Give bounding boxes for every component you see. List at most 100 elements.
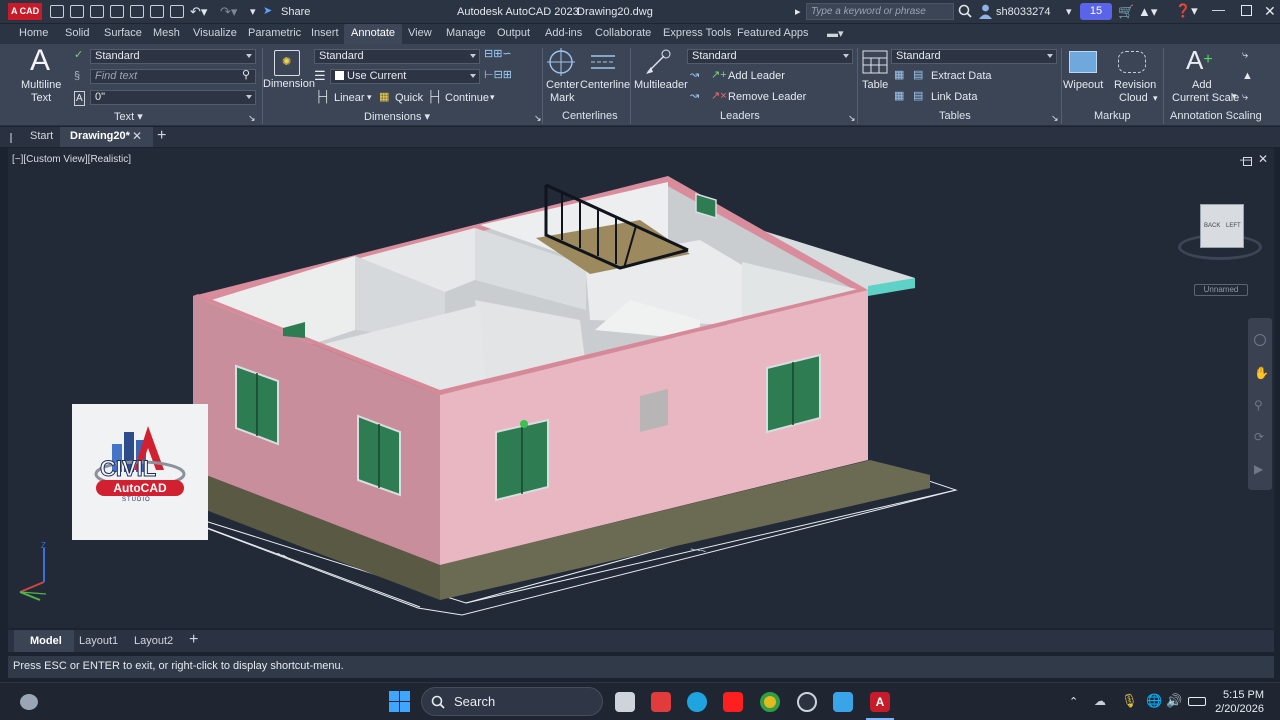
search-expand-icon[interactable]: ▸	[795, 5, 801, 18]
center-mark-icon[interactable]	[547, 48, 575, 76]
dim-layer-dropdown[interactable]: Use Current	[330, 69, 480, 84]
center-mark-label[interactable]: Center	[546, 79, 579, 92]
viewcube-back-face[interactable]: BACK	[1204, 223, 1220, 229]
check-spelling-icon[interactable]: ✓	[74, 49, 83, 62]
extract-data-icon[interactable]: ▤	[913, 69, 923, 82]
user-menu-icon[interactable]: ▾	[1066, 5, 1072, 18]
tab-visualize[interactable]: Visualize	[193, 27, 237, 39]
text-height-dropdown[interactable]: 0"	[90, 90, 256, 105]
pan-icon[interactable]: ✋	[1254, 366, 1269, 380]
dimensions-panel-title[interactable]: Dimensions ▾	[364, 110, 430, 123]
table-icon[interactable]	[862, 50, 888, 74]
taskbar-search[interactable]: Search	[421, 687, 603, 716]
table-style-dropdown[interactable]: Standard	[891, 49, 1057, 64]
steering-wheel-icon[interactable]	[1254, 334, 1266, 346]
quick-dim-button[interactable]: Quick	[395, 92, 423, 105]
undo-icon[interactable]: ↶▾	[190, 4, 207, 20]
close-icon[interactable]: ✕	[1264, 3, 1276, 20]
search-input[interactable]: Type a keyword or phrase	[806, 3, 954, 20]
leader-style-dropdown[interactable]: Standard	[687, 49, 853, 64]
tab-express-tools[interactable]: Express Tools	[663, 27, 731, 39]
plot-icon[interactable]	[170, 5, 184, 18]
align-leader-icon[interactable]: ↝	[690, 69, 699, 82]
scale-add-icon[interactable]: ⤷	[1242, 49, 1248, 62]
continue-dim-button[interactable]: Continue	[445, 92, 489, 105]
notification-badge[interactable]: 15	[1080, 3, 1112, 20]
tab-home[interactable]: Home	[19, 27, 48, 39]
tab-insert[interactable]: Insert	[311, 27, 339, 39]
share-button[interactable]: Share	[281, 6, 310, 18]
dim-style-dropdown[interactable]: Standard	[314, 49, 480, 64]
maximize-icon[interactable]	[1241, 5, 1252, 16]
autocad-logo[interactable]: A CAD	[8, 3, 42, 20]
extract-data-button[interactable]: Extract Data	[931, 70, 992, 83]
navigation-bar[interactable]: ✋ ⚲ ⟳ ▶	[1248, 318, 1272, 490]
user-name[interactable]: sh8033274	[996, 6, 1050, 18]
save-as-icon[interactable]	[110, 5, 124, 18]
weather-widget-icon[interactable]	[20, 694, 38, 710]
tray-overflow-icon[interactable]: ⌃	[1069, 695, 1078, 708]
dim-break-icon[interactable]: ⊢⊟⊞	[484, 69, 512, 82]
save-icon[interactable]	[90, 5, 104, 18]
tab-solid[interactable]: Solid	[65, 27, 89, 39]
zoom-icon[interactable]: ⚲	[1254, 398, 1263, 412]
table-link-tools-icon[interactable]: ▦	[894, 90, 904, 103]
revision-cloud-menu-icon[interactable]: ▾	[1153, 92, 1158, 105]
ribbon-display-toggle-icon[interactable]: ▬▾	[827, 27, 844, 40]
new-file-icon[interactable]	[50, 5, 64, 18]
new-tab-icon[interactable]: +	[157, 127, 166, 145]
table-button[interactable]: Table	[862, 79, 888, 92]
tab-output[interactable]: Output	[497, 27, 530, 39]
revision-cloud-label-2[interactable]: Cloud	[1119, 92, 1148, 105]
scale-sync-icon[interactable]: ▲	[1242, 70, 1253, 83]
table-tools-icon[interactable]: ▦	[894, 69, 904, 82]
viewcube[interactable]: BACK LEFT	[1178, 200, 1262, 262]
tab-mesh[interactable]: Mesh	[153, 27, 180, 39]
revision-cloud-label[interactable]: Revision	[1114, 79, 1156, 92]
tab-manage[interactable]: Manage	[446, 27, 486, 39]
link-data-button[interactable]: Link Data	[931, 91, 977, 104]
open-web-icon[interactable]	[130, 5, 144, 18]
network-icon[interactable]: 🌐	[1146, 693, 1162, 709]
tab-surface[interactable]: Surface	[104, 27, 142, 39]
link-data-icon[interactable]: ▤	[913, 90, 923, 103]
multileader-icon[interactable]	[644, 48, 674, 76]
tab-view[interactable]: View	[408, 27, 432, 39]
current-scale-menu-icon[interactable]: ▾	[1232, 90, 1237, 103]
find-text-input[interactable]: Find text	[90, 69, 256, 84]
dim-adjust-icon[interactable]: ⊟⊞∽	[484, 48, 512, 61]
tab-annotate[interactable]: Annotate	[344, 24, 403, 44]
wipeout-icon[interactable]	[1069, 51, 1097, 73]
tab-drawing20[interactable]: Drawing20* ✕	[60, 127, 153, 147]
linear-dim-menu-icon[interactable]: ▾	[367, 91, 372, 104]
showmotion-icon[interactable]: ▶	[1254, 462, 1263, 476]
continue-dim-icon[interactable]: ├┤	[427, 91, 443, 104]
help-icon[interactable]: ❓▾	[1175, 3, 1198, 19]
chrome-icon[interactable]	[760, 692, 780, 712]
open-file-icon[interactable]	[70, 5, 84, 18]
text-style-dropdown[interactable]: Standard	[90, 49, 256, 64]
tab-model[interactable]: Model	[14, 630, 74, 652]
close-tab-icon[interactable]: ✕	[132, 129, 142, 143]
wipeout-button[interactable]: Wipeout	[1063, 79, 1103, 92]
redo-icon[interactable]: ↷▾	[220, 4, 237, 20]
youtube-icon[interactable]	[723, 692, 743, 712]
search-icon[interactable]	[958, 4, 972, 18]
ucs-unnamed-menu[interactable]: Unnamed	[1194, 284, 1248, 296]
command-line[interactable]: Press ESC or ENTER to exit, or right-cli…	[8, 656, 1274, 678]
export-icon[interactable]	[150, 5, 164, 18]
file-explorer-icon[interactable]	[833, 692, 853, 712]
tab-parametric[interactable]: Parametric	[248, 27, 301, 39]
orbit-icon[interactable]: ⟳	[1254, 430, 1264, 444]
dim-layer-icon[interactable]: ☰	[314, 69, 326, 82]
user-icon[interactable]	[979, 4, 992, 19]
collect-leader-icon[interactable]: ↝	[690, 90, 699, 103]
dim-settings-icon[interactable]: ↘	[534, 112, 542, 125]
autocad-taskbar-icon[interactable]: A	[870, 692, 890, 712]
tab-layout2[interactable]: Layout2	[134, 635, 173, 647]
center-mark-label-2[interactable]: Mark	[550, 92, 574, 105]
add-leader-icon[interactable]: ↗+	[711, 69, 727, 82]
multiline-text-icon[interactable]: A	[30, 46, 50, 76]
centerline-button[interactable]: Centerline	[580, 79, 630, 92]
microphone-icon[interactable]: 🎙	[1121, 693, 1138, 709]
